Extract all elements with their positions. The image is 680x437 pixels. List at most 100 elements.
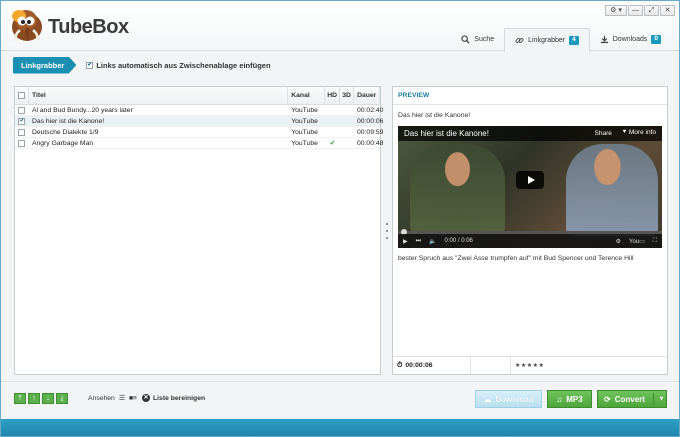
- play-small-icon[interactable]: ▶: [403, 238, 408, 245]
- move-down-icon[interactable]: ↓: [42, 393, 54, 404]
- share-button[interactable]: Share: [595, 130, 612, 137]
- convert-button[interactable]: ⟳ Convert ▾: [597, 390, 667, 408]
- table-row[interactable]: Angry Garbage Man YouTube ✔ 00:00:48: [15, 138, 383, 149]
- row-3d: [340, 138, 354, 148]
- move-bottom-icon[interactable]: ⤓: [56, 393, 68, 404]
- column-header-3d[interactable]: 3D: [340, 87, 355, 104]
- row-3d: [340, 127, 354, 137]
- more-info-label: More info: [628, 129, 656, 136]
- row-channel: YouTube: [291, 106, 318, 114]
- app-window: TubeBox ⚙ ▾ — ⤢ ✕ Suche Linkgrabber 4 Do…: [0, 0, 680, 437]
- preview-duration: 00:00:06: [405, 362, 433, 369]
- row-checkbox[interactable]: [18, 106, 26, 114]
- panel-splitter-handle[interactable]: [385, 223, 388, 239]
- table-row[interactable]: ✔ Das hier ist die Kanone! YouTube 00:00…: [15, 116, 384, 127]
- settings-menu-button[interactable]: ⚙ ▾: [605, 5, 627, 16]
- auto-clipboard-label: Links automatisch aus Zwischenablage ein…: [96, 60, 271, 70]
- tab-suche[interactable]: Suche: [451, 28, 504, 51]
- video-title[interactable]: Das hier ist die Kanone!: [404, 129, 489, 138]
- move-top-icon[interactable]: ⤒: [14, 393, 26, 404]
- convert-dropdown-icon[interactable]: ▾: [660, 395, 663, 402]
- play-button[interactable]: [516, 171, 544, 189]
- column-header-hd[interactable]: HD: [325, 87, 341, 104]
- table-row[interactable]: Deutsche Dialekte 1/9 YouTube 00:09:59: [15, 127, 384, 138]
- maximize-button[interactable]: ⤢: [644, 5, 659, 16]
- clear-list-label: Liste bereinigen: [153, 394, 206, 402]
- window-controls: ⚙ ▾ — ⤢ ✕: [605, 5, 675, 16]
- column-header-kanal[interactable]: Kanal: [288, 87, 326, 104]
- more-info-icon: ⯆: [621, 129, 629, 136]
- auto-clipboard-checkbox[interactable]: ✔: [86, 61, 94, 69]
- link-icon: [515, 38, 524, 43]
- download-button[interactable]: ☁ Download: [475, 390, 542, 408]
- table-row[interactable]: Al and Bud Bundy...20 years later YouTub…: [15, 105, 384, 116]
- row-channel: YouTube: [291, 139, 318, 147]
- volume-icon[interactable]: 🔈: [429, 238, 436, 245]
- view-label: Ansehen: [88, 394, 115, 402]
- row-title: Das hier ist die Kanone!: [31, 117, 105, 125]
- hd-check-icon: ✔: [329, 140, 336, 147]
- select-all-checkbox[interactable]: [17, 92, 25, 99]
- video-time: 0:00 / 0:06: [444, 238, 473, 244]
- search-icon: [461, 35, 470, 44]
- tab-suche-label: Suche: [474, 36, 495, 43]
- clock-icon: ⏱: [397, 361, 403, 369]
- row-duration: 00:09:59: [356, 128, 384, 136]
- list-view-icon[interactable]: ☰: [119, 394, 125, 402]
- fullscreen-icon[interactable]: ⛶: [653, 238, 657, 245]
- download-icon: [600, 35, 608, 44]
- linkgrabber-toolbar: Linkgrabber ✔ Links automatisch aus Zwis…: [13, 56, 271, 74]
- column-header-dauer[interactable]: Dauer: [354, 87, 380, 104]
- row-3d: [340, 105, 354, 115]
- auto-clipboard-toggle[interactable]: ✔ Links automatisch aus Zwischenablage e…: [86, 60, 271, 70]
- download-cloud-icon: ☁: [483, 394, 492, 404]
- row-checkbox[interactable]: ✔: [18, 117, 26, 125]
- preview-footer-cell: [471, 357, 511, 374]
- tab-linkgrabber-label: Linkgrabber: [528, 37, 566, 44]
- row-title: Deutsche Dialekte 1/9: [31, 128, 99, 136]
- section-label: Linkgrabber: [13, 56, 77, 74]
- clear-list-button[interactable]: ✕ Liste bereinigen: [142, 394, 205, 402]
- footer-strip: [1, 419, 679, 436]
- row-duration: 00:02:40: [356, 106, 384, 114]
- preview-footer: ⏱ 00:00:06 ★★★★★: [393, 356, 667, 374]
- clear-icon: ✕: [142, 394, 150, 402]
- tab-downloads-label: Downloads: [612, 36, 648, 43]
- row-checkbox[interactable]: [18, 139, 26, 147]
- move-up-icon[interactable]: ↑: [28, 393, 40, 404]
- title-bar: TubeBox ⚙ ▾ — ⤢ ✕ Suche Linkgrabber 4 Do…: [1, 1, 679, 52]
- mammoth-logo-icon: [12, 10, 42, 42]
- more-info-button[interactable]: ⯆ More info: [622, 129, 656, 137]
- convert-refresh-icon: ⟳: [604, 394, 611, 404]
- video-frame-figure-right: [566, 144, 658, 236]
- main-tabs: Suche Linkgrabber 4 Downloads 0: [451, 28, 671, 52]
- row-3d: [340, 116, 354, 126]
- preview-panel: PREVIEW Das hier ist die Kanone! Das hie…: [392, 86, 668, 375]
- video-controls: ▶ ⏭ 🔈 0:00 / 0:06 ⚙ You▭ ⛶: [398, 234, 662, 248]
- row-title: Al and Bud Bundy...20 years later: [31, 106, 133, 114]
- close-button[interactable]: ✕: [660, 5, 675, 16]
- row-hd: [325, 105, 340, 115]
- row-channel: YouTube: [291, 128, 318, 136]
- minimize-button[interactable]: —: [628, 5, 643, 16]
- preview-header: PREVIEW: [393, 87, 667, 105]
- tab-linkgrabber[interactable]: Linkgrabber 4: [504, 28, 590, 52]
- mp3-button-label: MP3: [566, 394, 583, 404]
- skip-icon[interactable]: ⏭: [416, 238, 421, 245]
- youtube-logo-icon[interactable]: You▭: [629, 238, 645, 245]
- bottom-bar: ⤒ ↑ ↓ ⤓ Ansehen ☰ ■≡ ✕ Liste bereinigen …: [1, 381, 679, 418]
- mp3-button[interactable]: ♫ MP3: [547, 390, 592, 408]
- preview-video-name: Das hier ist die Kanone!: [398, 112, 471, 119]
- column-header-titel[interactable]: Titel: [29, 87, 289, 104]
- settings-gear-icon[interactable]: ⚙: [616, 238, 621, 245]
- list-header: Titel Kanal HD 3D Dauer: [15, 87, 380, 105]
- play-icon: [527, 176, 535, 184]
- row-title: Angry Garbage Man: [31, 139, 94, 147]
- row-hd: [325, 116, 340, 126]
- detail-view-icon[interactable]: ■≡: [129, 395, 137, 402]
- linkgrabber-count-badge: 4: [569, 36, 579, 45]
- video-player[interactable]: Das hier ist die Kanone! Share ⯆ More in…: [398, 126, 662, 248]
- row-checkbox[interactable]: [18, 128, 26, 136]
- row-duration: 00:00:06: [356, 117, 384, 125]
- tab-downloads[interactable]: Downloads 0: [590, 28, 671, 51]
